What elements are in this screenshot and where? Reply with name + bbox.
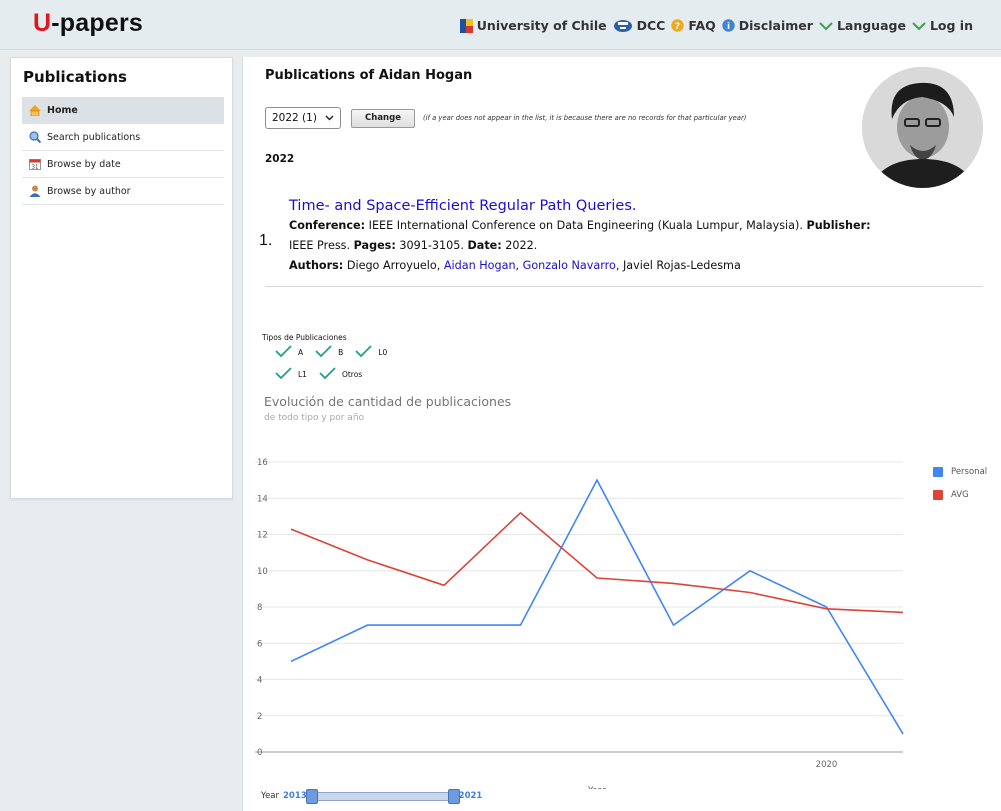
y-tick-label: 14 [257, 494, 268, 504]
author-link-aidan-hogan[interactable]: Aidan Hogan [444, 259, 516, 272]
author-photo [862, 67, 983, 188]
checkmark-icon [355, 345, 372, 357]
publication-types-label: Tipos de Publicaciones [262, 333, 347, 342]
x-axis-label: Year [587, 786, 607, 789]
legend-item-avg[interactable]: AVG [933, 483, 987, 506]
checkmark-icon [275, 345, 292, 357]
y-tick-label: 12 [257, 531, 268, 541]
checkmark-icon [315, 345, 332, 357]
publications-line-chart: 0 2 4 6 8 10 12 14 16 2020 Year [255, 458, 904, 789]
svg-text:i: i [727, 22, 730, 32]
page-title: Publications of Aidan Hogan [265, 68, 473, 83]
calendar-icon: 31 [29, 159, 41, 171]
svg-text:?: ? [675, 22, 680, 32]
publication-types-row-2: L1 Otros [275, 367, 372, 379]
sidebar-item-search[interactable]: Search publications [22, 124, 224, 151]
change-button[interactable]: Change [351, 108, 415, 128]
faq-icon: ? [671, 19, 685, 32]
nav-language[interactable]: Language [819, 18, 906, 33]
year-note: (if a year does not appear in the list, … [423, 114, 747, 122]
user-icon [29, 185, 41, 197]
nav-disclaimer[interactable]: i Disclaimer [722, 18, 813, 33]
publication-body: Time- and Space-Efficient Regular Path Q… [289, 196, 889, 276]
publication-authors: Authors: Diego Arroyuelo, Aidan Hogan, G… [289, 259, 741, 272]
main-content: Publications of Aidan Hogan 2022 (1) Cha… [242, 57, 1001, 811]
top-nav: University of Chile DCC ? FAQ i Disclaim… [459, 18, 973, 33]
search-icon [29, 131, 41, 143]
type-toggle-b[interactable]: B [315, 345, 343, 357]
sidebar-title: Publications [23, 68, 127, 86]
sidebar-item-browse-author[interactable]: Browse by author [22, 178, 224, 205]
checkmark-icon [275, 367, 292, 379]
publication-types-row-1: A B L0 [275, 345, 397, 357]
divider [265, 286, 983, 287]
y-tick-label: 8 [257, 603, 262, 613]
chevron-down-icon [912, 21, 926, 30]
chart-title: Evolución de cantidad de publicaciones [264, 394, 512, 409]
top-bar: U-papers University of Chile DCC ? FAQ i… [0, 0, 1001, 50]
y-tick-label: 6 [257, 639, 262, 649]
type-toggle-otros[interactable]: Otros [319, 367, 362, 379]
range-end-value: 2021 [458, 791, 483, 801]
series-line-avg [290, 511, 904, 614]
chart-legend: Personal AVG [933, 460, 987, 506]
y-tick-label: 16 [257, 458, 268, 468]
year-select[interactable]: 2022 (1) [265, 107, 341, 129]
sidebar-item-browse-date[interactable]: 31 Browse by date [22, 151, 224, 178]
x-tick-label: 2020 [816, 760, 838, 770]
author-link-gonzalo-navarro[interactable]: Gonzalo Navarro [523, 259, 616, 272]
chevron-down-icon [325, 115, 334, 121]
range-end-handle[interactable] [447, 788, 460, 804]
dcc-icon [613, 19, 632, 32]
chart-subtitle: de todo tipo y por año [264, 413, 365, 423]
info-icon: i [722, 19, 735, 32]
legend-swatch-personal [933, 466, 943, 477]
legend-swatch-avg [933, 489, 943, 500]
publication-number: 1. [259, 232, 273, 249]
year-range-filter: Year 2013 2021 [261, 788, 486, 804]
y-tick-label: 2 [257, 712, 262, 722]
range-start-handle[interactable] [305, 788, 318, 804]
year-filter-row: 2022 (1) Change (if a year does not appe… [265, 107, 746, 129]
year-heading: 2022 [265, 153, 295, 165]
svg-text:31: 31 [32, 165, 39, 171]
sidebar-item-home[interactable]: Home [22, 97, 224, 124]
type-toggle-l0[interactable]: L0 [355, 345, 387, 357]
university-icon [459, 18, 473, 33]
type-toggle-a[interactable]: A [275, 345, 303, 357]
legend-item-personal[interactable]: Personal [933, 460, 987, 483]
home-icon [29, 104, 41, 116]
nav-faq[interactable]: ? FAQ [671, 18, 716, 33]
y-tick-label: 4 [257, 676, 262, 686]
chevron-down-icon [819, 21, 833, 30]
range-label: Year [261, 791, 279, 801]
y-tick-label: 10 [257, 567, 268, 577]
sidebar: Publications Home Search publications 31… [10, 57, 233, 499]
nav-login[interactable]: Log in [912, 18, 973, 33]
sidebar-menu: Home Search publications 31 Browse by da… [22, 97, 224, 205]
type-toggle-l1[interactable]: L1 [275, 367, 307, 379]
u-papers-logo[interactable]: U-papers [33, 9, 143, 38]
range-start-value: 2013 [283, 791, 307, 801]
publication-title-link[interactable]: Time- and Space-Efficient Regular Path Q… [289, 196, 889, 216]
author-portrait-image [862, 67, 983, 188]
nav-university-of-chile[interactable]: University of Chile [459, 18, 607, 33]
nav-dcc[interactable]: DCC [613, 18, 665, 33]
year-range-slider[interactable] [305, 788, 460, 804]
checkmark-icon [319, 367, 336, 379]
publication-details: Conference: IEEE International Conferenc… [289, 219, 871, 252]
y-tick-label: 0 [257, 748, 262, 758]
